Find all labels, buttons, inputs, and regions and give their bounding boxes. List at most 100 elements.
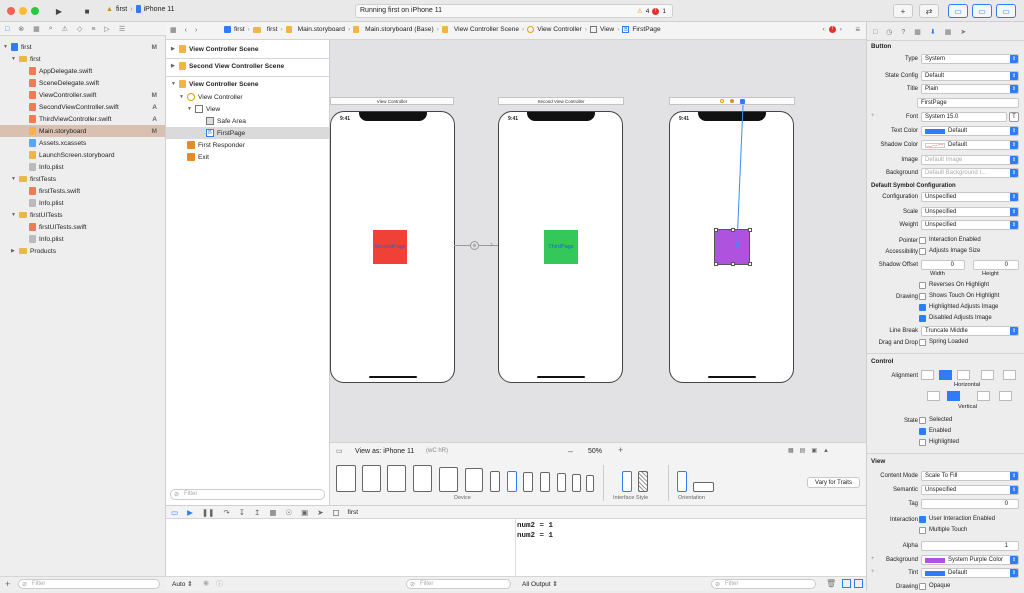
align-center-button[interactable]	[939, 370, 952, 380]
tag-field[interactable]: 0	[921, 499, 1019, 509]
report-icon[interactable]: ☰	[119, 25, 125, 33]
nav-item-file[interactable]: SecondViewController.swift A	[0, 101, 165, 113]
toggle-navigator-button[interactable]: ▭	[948, 4, 968, 18]
align-right-button[interactable]	[957, 370, 970, 380]
line-break-popup[interactable]: Truncate Middle ⇕	[921, 326, 1019, 336]
device-ipad-air[interactable]	[387, 465, 406, 492]
valign-center-button[interactable]	[947, 391, 960, 401]
content-mode-popup[interactable]: Scale To Fill ⇕	[921, 471, 1019, 481]
breakpoint-icon[interactable]: ▷	[104, 25, 109, 33]
split-left-icon[interactable]	[842, 579, 851, 588]
connections-inspector-icon[interactable]: ➤	[960, 28, 966, 36]
next-issue-icon[interactable]: ›	[840, 26, 842, 33]
breadcrumb-item[interactable]: View	[600, 26, 614, 33]
shows-touch-checkbox[interactable]	[919, 293, 926, 300]
auto-selector[interactable]: Auto ⇕	[172, 580, 193, 588]
nav-item-file[interactable]: firstUITests.swift	[0, 221, 165, 233]
nav-item-folder[interactable]: ▼ firstUITests	[0, 209, 165, 221]
variables-filter-input[interactable]: ⊘ Filter	[406, 579, 511, 589]
nav-item-file[interactable]: AppDelegate.swift	[0, 65, 165, 77]
add-variation-icon[interactable]: +	[871, 569, 875, 575]
device-iphone-8[interactable]	[557, 473, 566, 492]
resolve-icon[interactable]: ▲	[823, 448, 829, 454]
editor-options-icon[interactable]: ≡	[855, 25, 860, 34]
text-color-popup[interactable]: Default ⇕	[921, 126, 1019, 136]
nav-item-file[interactable]: ViewController.swift M	[0, 89, 165, 101]
enabled-checkbox[interactable]	[919, 428, 926, 435]
semantic-popup[interactable]: Unspecified ⇕	[921, 485, 1019, 495]
highlighted-checkbox[interactable]	[919, 439, 926, 446]
toggle-inspector-button[interactable]: ▭	[996, 4, 1016, 18]
scale-popup[interactable]: Unspecified ⇕	[921, 207, 1019, 217]
vary-for-traits-button[interactable]: Vary for Traits	[807, 477, 860, 488]
background-image-field[interactable]: Default Background I... ⇕	[921, 168, 1019, 178]
opaque-checkbox[interactable]	[919, 583, 926, 590]
location-icon[interactable]: ➤	[317, 508, 323, 517]
spring-loaded-checkbox[interactable]	[919, 339, 926, 346]
step-out-icon[interactable]: ↥	[254, 508, 260, 517]
device-iphone-plus[interactable]	[540, 472, 550, 492]
minimize-window-button[interactable]	[19, 7, 27, 15]
variables-view[interactable]	[166, 519, 516, 576]
nav-item-file[interactable]: Info.plist	[0, 233, 165, 245]
issue-icon[interactable]: ⚠	[62, 25, 68, 33]
landscape-orientation-option[interactable]	[693, 482, 714, 492]
hide-debug-area-icon[interactable]: ▭	[171, 508, 178, 517]
library-button[interactable]: +	[893, 4, 913, 18]
outline-item[interactable]: ▼ View	[166, 103, 329, 115]
nav-item-file-selected[interactable]: Main.storyboard M	[0, 125, 165, 137]
size-inspector-icon[interactable]: ▦	[945, 28, 952, 36]
align-icon[interactable]: ▤	[800, 447, 806, 454]
memory-graph-icon[interactable]: ☉	[285, 508, 292, 517]
user-interaction-checkbox[interactable]	[919, 516, 926, 523]
split-right-icon[interactable]	[854, 579, 863, 588]
device-iphone-4s[interactable]	[586, 475, 594, 492]
valign-bottom-button[interactable]	[977, 391, 990, 401]
selected-checkbox[interactable]	[919, 417, 926, 424]
source-control-icon[interactable]: ⊗	[18, 25, 24, 33]
tint-popup[interactable]: Default ⇕	[921, 568, 1019, 578]
step-into-icon[interactable]: ↧	[239, 508, 245, 517]
quick-help-icon[interactable]: ?	[901, 29, 905, 36]
outline-item-selected[interactable]: B FirstPage	[166, 127, 329, 139]
outline-item[interactable]: First Responder	[166, 139, 329, 151]
outline-scene[interactable]: ▼ View Controller Scene	[166, 78, 329, 90]
debug-target[interactable]: first	[348, 509, 358, 516]
device-iphone-11-selected[interactable]	[507, 471, 517, 492]
update-frames-icon[interactable]: ▦	[788, 447, 794, 454]
debug-icon[interactable]: ≡	[91, 26, 95, 33]
state-config-popup[interactable]: Default ⇕	[921, 71, 1019, 81]
pause-icon[interactable]: ❚❚	[202, 508, 215, 517]
folder-icon[interactable]: □	[5, 26, 9, 33]
back-arrow-icon[interactable]: ‹	[185, 27, 187, 34]
eye-icon[interactable]: ◉	[203, 579, 209, 587]
breadcrumb-item[interactable]: Main.storyboard (Base)	[365, 26, 434, 33]
trash-icon[interactable]: 🗑	[826, 579, 836, 588]
view-hierarchy-icon[interactable]: ▦	[269, 508, 276, 517]
nav-item-folder[interactable]: ▶ Products	[0, 245, 165, 257]
stop-button[interactable]: ■	[78, 4, 96, 18]
title-style-popup[interactable]: Plain ⇕	[921, 84, 1019, 94]
run-button[interactable]: ▶	[50, 4, 68, 18]
shadow-height-field[interactable]: 0	[973, 260, 1019, 270]
device-iphone-pro-max[interactable]	[490, 471, 500, 492]
nav-item-project[interactable]: ▼ first M	[0, 41, 165, 53]
navigator-filter-input[interactable]: ⊘ Filter	[18, 579, 160, 589]
environment-overrides-icon[interactable]: ▣	[301, 508, 308, 517]
issues-indicator[interactable]: ⚠ 4 ! 1	[637, 7, 666, 15]
code-review-button[interactable]: ⇄	[919, 4, 939, 18]
step-over-icon[interactable]: ↷	[223, 508, 229, 517]
output-selector[interactable]: All Output ⇕	[522, 580, 558, 588]
title-text-field[interactable]: FirstPage	[917, 98, 1019, 108]
toggle-outline-icon[interactable]: ▭	[336, 447, 343, 455]
pin-icon[interactable]: ▣	[811, 447, 817, 454]
console-output[interactable]: num2 = 1 num2 = 1	[517, 521, 553, 541]
nav-item-folder[interactable]: ▼ first	[0, 53, 165, 65]
info-icon[interactable]: ⓘ	[216, 579, 223, 589]
view-as-label[interactable]: View as: iPhone 11	[355, 448, 414, 455]
zoom-in-icon[interactable]: +	[618, 445, 623, 455]
search-icon[interactable]: ⌕	[49, 25, 53, 33]
reverses-checkbox[interactable]	[919, 282, 926, 289]
portrait-orientation-option[interactable]	[677, 471, 687, 492]
symbol-icon[interactable]: ▦	[33, 25, 40, 33]
